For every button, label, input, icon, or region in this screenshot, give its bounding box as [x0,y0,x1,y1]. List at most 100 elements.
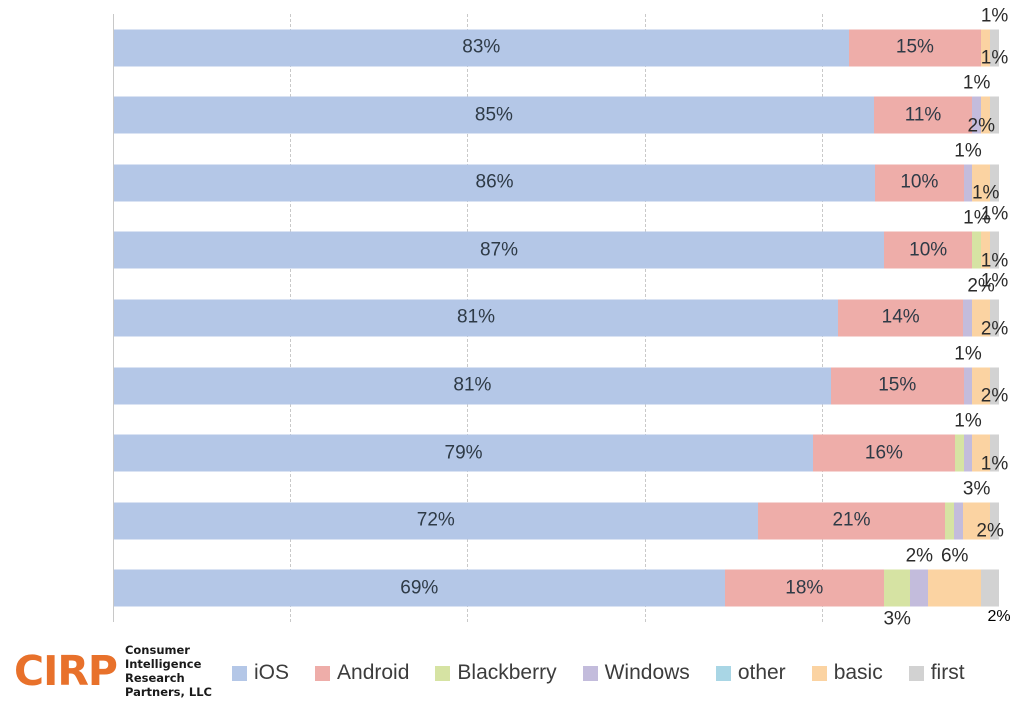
segment-value-label: 85% [474,104,513,126]
bar-segment-windows: 1% [954,140,982,202]
segment-value-label: 10% [909,239,948,261]
cirp-logo: CIRP Consumer Intelligence Research Part… [14,643,212,699]
bar-row: 2015-0369%18%3%2%6%2%2% [113,521,1011,630]
bar-segment-first: 2% [976,521,1004,607]
bar-segment-windows: 1% [963,73,990,134]
legend-label: Android [337,661,410,684]
bar-segment-blackberry [945,502,955,540]
legend-swatch-icon [811,665,827,681]
bar-segment-basic: 1% [972,183,999,269]
legend-item-ios[interactable]: iOS [232,661,289,685]
stacked-bar: 83% 15% 1% [114,5,1008,67]
segment-value-label: 15% [878,374,917,396]
segment-value-label: 14% [881,306,920,328]
bar-row: 2021-0386%10%1%2%1% [113,115,1008,224]
bar-segment-ios: 69% [114,569,725,607]
bar-row: 2019-0381%14%2%1% [113,250,1008,352]
bar-segment-first: 2% [981,318,1008,405]
stacked-bar: 81% 14% 2% 1% [114,250,1008,337]
bar-segment-android: 18% [724,569,884,607]
bar-segment-first: 1% [981,453,1008,540]
logo-wordmark: CIRP [14,646,118,695]
bar-segment-windows [963,299,973,337]
legend-item-android[interactable]: Android [315,661,409,685]
bar-segment-android: 15% [848,29,982,67]
bar-row: 2023-0383%15%1% [113,5,1008,82]
legend-item-windows[interactable]: Windows [582,661,690,685]
legend-label: other [737,661,786,684]
segment-value-label: 72% [416,509,455,531]
bar-segment-android: 10% [875,164,964,202]
segment-value-label: 87% [479,239,518,261]
legend-swatch-icon [232,665,247,681]
legend-swatch-icon [908,665,924,681]
chart-container: 2023-0383%15%1%2022-0385%11%1%1%2021-038… [0,0,1024,710]
chart-legend: iOS Android Blackberry Windows other basic fir… [232,657,965,689]
stacked-bar: 87% 10% 1% 1% 1% [114,183,1008,292]
bar-segment-basic [981,29,991,67]
stacked-bar: 79% 16% 1% 2% [114,386,1008,472]
bar-segment-first: 1% [981,250,1008,337]
bar-segment-ios: 81% [114,299,839,337]
segment-value-label: 83% [462,36,501,58]
legend-item-first[interactable]: first [908,661,965,685]
stacked-bar: 81% 15% 1% 2% [114,318,1008,405]
bar-segment-ios: 86% [114,164,876,202]
bar-segment-android: 10% [883,231,973,269]
bar-segment-android: 11% [873,96,973,134]
segment-value-label: 11% [904,104,942,126]
bar-segment-basic [981,96,991,134]
bar-segment-ios: 81% [114,367,831,405]
segment-value-label: 18% [785,577,824,599]
segment-value-label: 16% [864,442,903,464]
segment-value-label: 21% [832,509,871,531]
legend-label: iOS [254,661,290,684]
legend-swatch-icon [582,665,598,681]
bar-row: 2020-0387%10%1%1%1% [113,183,1008,292]
bar-segment-android: 14% [838,299,964,337]
bar-segment-android: 16% [813,434,955,472]
bar-segment-first: 1% [981,231,1008,292]
bar-segment-basic: 2% [968,115,995,202]
bar-segment-basic: 3% [963,478,990,540]
bar-segment-android: 15% [830,367,964,405]
segment-value-label: 86% [475,171,514,193]
legend-label: basic [833,661,883,684]
bar-segment-ios: 85% [114,96,874,134]
bar-row: 2017-0379%16%1%2% [113,386,1008,487]
bar-segment-ios: 79% [114,434,814,472]
legend-item-basic[interactable]: basic [811,661,883,685]
bar-segment-android: 21% [757,502,946,540]
legend-swatch-icon [315,665,331,681]
bar-segment-first: 1% [981,48,1008,134]
segment-value-label: 69% [400,577,439,599]
stacked-bar: 72% 21% 3% 1% [114,453,1008,540]
stacked-bar: 86% 10% 1% 2% 1% [114,115,1008,224]
bar-segment-basic: 6% [928,546,982,607]
segment-value-label: 15% [895,36,934,58]
plot-area: 2023-0383%15%1%2022-0385%11%1%1%2021-038… [113,5,1011,630]
bar-segment-first: 1% [981,5,1008,67]
bar-segment-blackberry: 1% [963,208,991,269]
bar-row: 2016-0372%21%3%1% [113,453,1008,555]
segment-value-label: 81% [453,374,492,396]
segment-value-label: 79% [444,442,483,464]
legend-label: Blackberry [457,661,557,684]
bar-segment-basic [972,434,991,472]
segment-value-label: 1% [980,5,1009,27]
bar-segment-first: 1% [981,164,1008,224]
bar-segment-ios: 72% [114,502,758,540]
legend-item-blackberry[interactable]: Blackberry [435,661,557,685]
stacked-bar: 85% 11% 1% 1% [114,48,1008,134]
bar-segment-windows: 1% [954,343,982,405]
bar-segment-windows: 2% [906,546,933,607]
segment-value-label: 81% [457,306,496,328]
bar-segment-windows: 1% [954,411,982,472]
bar-row: 2022-0385%11%1%1% [113,48,1008,150]
legend-item-other[interactable]: other [715,661,786,685]
bar-segment-blackberry: 3% [883,569,911,630]
legend-swatch-icon [715,665,731,681]
logo-tagline: Consumer Intelligence Research Partners,… [124,643,212,700]
stacked-bar: 69% 18% 3% 2% 6% 2% [114,521,1004,630]
bar-segment-windows [954,502,964,540]
